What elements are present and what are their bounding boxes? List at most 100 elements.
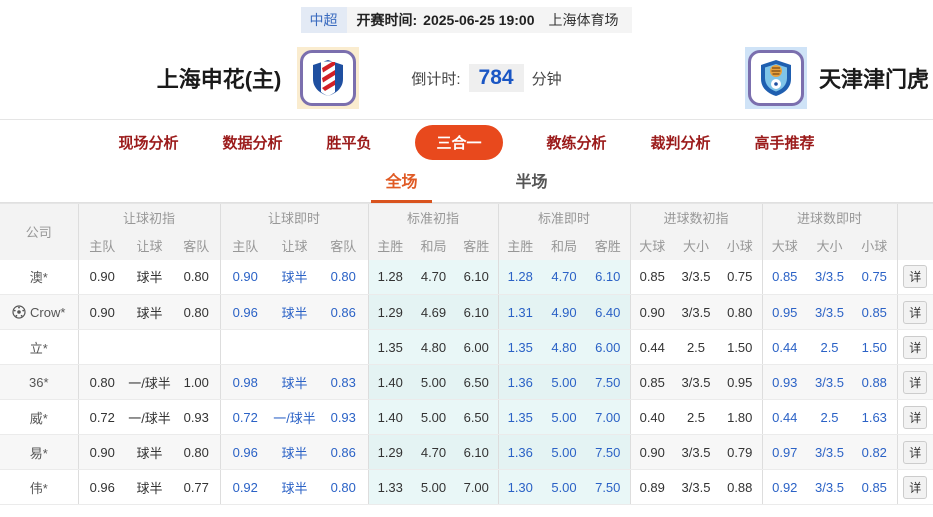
odds-cell: 7.50 xyxy=(586,434,630,470)
odds-cell: 3/3.5 xyxy=(807,364,853,400)
detail-button[interactable]: 详 xyxy=(903,405,928,429)
odds-cell: 0.85 xyxy=(852,294,898,330)
league-badge[interactable]: 中超 xyxy=(300,7,347,33)
odds-cell: 2.5 xyxy=(674,399,718,435)
sub-column-header: 主队 xyxy=(219,231,270,260)
nav-tab[interactable]: 教练分析 xyxy=(547,132,607,153)
shield-icon xyxy=(313,60,344,96)
detail-button[interactable]: 详 xyxy=(903,440,928,464)
nav-tab[interactable]: 三合一 xyxy=(415,124,503,160)
odds-cell: 0.86 xyxy=(319,294,368,330)
odds-cell: 球半 xyxy=(270,364,319,400)
company-cell[interactable]: 易* xyxy=(0,434,78,470)
home-team-name: 上海申花(主) xyxy=(156,67,282,92)
group-column-header: 标准初指 xyxy=(367,203,498,232)
odds-cell: 0.40 xyxy=(629,399,674,435)
odds-cell: 6.10 xyxy=(455,294,498,330)
odds-cell: 1.40 xyxy=(367,399,412,435)
odds-cell: 0.72 xyxy=(219,399,270,435)
odds-cell: 2.5 xyxy=(807,329,853,365)
odds-cell: 3/3.5 xyxy=(674,434,718,470)
kickoff-label: 开赛时间: xyxy=(356,12,418,28)
company-cell[interactable]: Crow* xyxy=(0,294,78,330)
odds-cell: 5.00 xyxy=(542,469,586,505)
odds-cell: 6.10 xyxy=(455,434,498,470)
odds-cell: 0.90 xyxy=(77,259,126,295)
company-cell[interactable]: 澳* xyxy=(0,259,78,295)
match-info-bar: 中超 开赛时间: 2025-06-25 19:00 上海体育场 xyxy=(0,0,933,37)
odds-cell: 0.75 xyxy=(718,259,763,295)
odds-cell: 1.50 xyxy=(852,329,898,365)
odds-cell xyxy=(219,329,270,365)
nav-tab[interactable]: 数据分析 xyxy=(222,132,282,153)
odds-cell: 球半 xyxy=(270,469,319,505)
nav-tab[interactable]: 胜平负 xyxy=(326,132,371,153)
sub-tabs: 全场 半场 xyxy=(0,164,933,203)
odds-cell: 1.29 xyxy=(367,294,412,330)
nav-tab[interactable]: 现场分析 xyxy=(118,132,178,153)
odds-cell: 7.50 xyxy=(586,469,630,505)
detail-button[interactable]: 详 xyxy=(903,370,928,394)
group-column-header: 让球即时 xyxy=(219,203,368,232)
odds-cell: 1.28 xyxy=(497,259,542,295)
odds-cell xyxy=(270,329,319,365)
nav-tab[interactable]: 高手推荐 xyxy=(755,132,815,153)
odds-cell: 0.96 xyxy=(77,469,126,505)
odds-cell: 0.93 xyxy=(319,399,368,435)
sub-column-header: 大小 xyxy=(674,231,718,260)
odds-cell: 0.90 xyxy=(219,259,270,295)
odds-cell: 6.50 xyxy=(455,364,498,400)
detail-button[interactable]: 详 xyxy=(903,475,928,499)
sub-column-header: 客胜 xyxy=(455,231,498,260)
odds-cell: 4.69 xyxy=(412,294,455,330)
odds-cell: 一/球半 xyxy=(270,399,319,435)
away-team-name: 天津津门虎 xyxy=(818,67,929,92)
odds-cell: 5.00 xyxy=(542,399,586,435)
odds-cell: 0.80 xyxy=(77,364,126,400)
sub-tab[interactable]: 半场 xyxy=(502,168,562,203)
odds-cell: 0.88 xyxy=(852,364,898,400)
away-team-logo xyxy=(744,47,807,109)
odds-cell: 0.97 xyxy=(761,434,808,470)
company-name: 伟* xyxy=(29,480,48,496)
venue-label: 上海体育场 xyxy=(548,12,619,28)
countdown-label: 倒计时: xyxy=(411,70,461,88)
odds-cell: 一/球半 xyxy=(126,364,173,400)
company-name: 立* xyxy=(29,340,48,356)
odds-cell: 2.5 xyxy=(674,329,718,365)
table-row: 澳* 0.90 球半 0.80 0.90 球半 0.80 1.28 4.70 6.10 1.28 4.… xyxy=(0,259,933,295)
detail-button[interactable]: 详 xyxy=(903,300,928,324)
company-cell[interactable]: 威* xyxy=(0,399,78,435)
company-cell[interactable]: 伟* xyxy=(0,469,78,505)
match-info-strip: 中超 开赛时间: 2025-06-25 19:00 上海体育场 xyxy=(300,7,633,33)
odds-cell: 6.00 xyxy=(455,329,498,365)
odds-cell xyxy=(173,329,220,365)
odds-cell: 0.95 xyxy=(761,294,808,330)
company-cell[interactable]: 36* xyxy=(0,364,78,400)
detail-cell: 详 xyxy=(896,434,933,470)
odds-cell: 0.93 xyxy=(761,364,808,400)
odds-cell: 4.80 xyxy=(412,329,455,365)
table-row: 36* 0.80 一/球半 1.00 0.98 球半 0.83 1.40 5.00 6.50 1.3… xyxy=(0,364,933,400)
odds-cell: 1.36 xyxy=(497,364,542,400)
odds-cell: 3/3.5 xyxy=(807,434,853,470)
odds-cell: 球半 xyxy=(126,434,173,470)
odds-cell: 0.72 xyxy=(77,399,126,435)
odds-cell: 球半 xyxy=(126,469,173,505)
sub-tab[interactable]: 全场 xyxy=(371,168,432,203)
odds-cell: 0.85 xyxy=(629,259,674,295)
odds-cell: 1.29 xyxy=(367,434,412,470)
group-column-header: 让球初指 xyxy=(77,203,220,232)
nav-tab[interactable]: 裁判分析 xyxy=(651,132,711,153)
detail-button[interactable]: 详 xyxy=(903,265,928,289)
company-cell[interactable]: 立* xyxy=(0,329,78,365)
countdown-unit: 分钟 xyxy=(531,70,562,88)
odds-cell: 0.75 xyxy=(852,259,898,295)
odds-cell: 1.28 xyxy=(367,259,412,295)
odds-table-body: 澳* 0.90 球半 0.80 0.90 球半 0.80 1.28 4.70 6.10 1.28 4.… xyxy=(0,259,933,505)
detail-button[interactable]: 详 xyxy=(903,335,928,359)
odds-cell: 0.80 xyxy=(173,259,220,295)
odds-cell: 一/球半 xyxy=(126,399,173,435)
detail-cell: 详 xyxy=(896,469,933,505)
sub-column-header: 让球 xyxy=(126,231,173,260)
